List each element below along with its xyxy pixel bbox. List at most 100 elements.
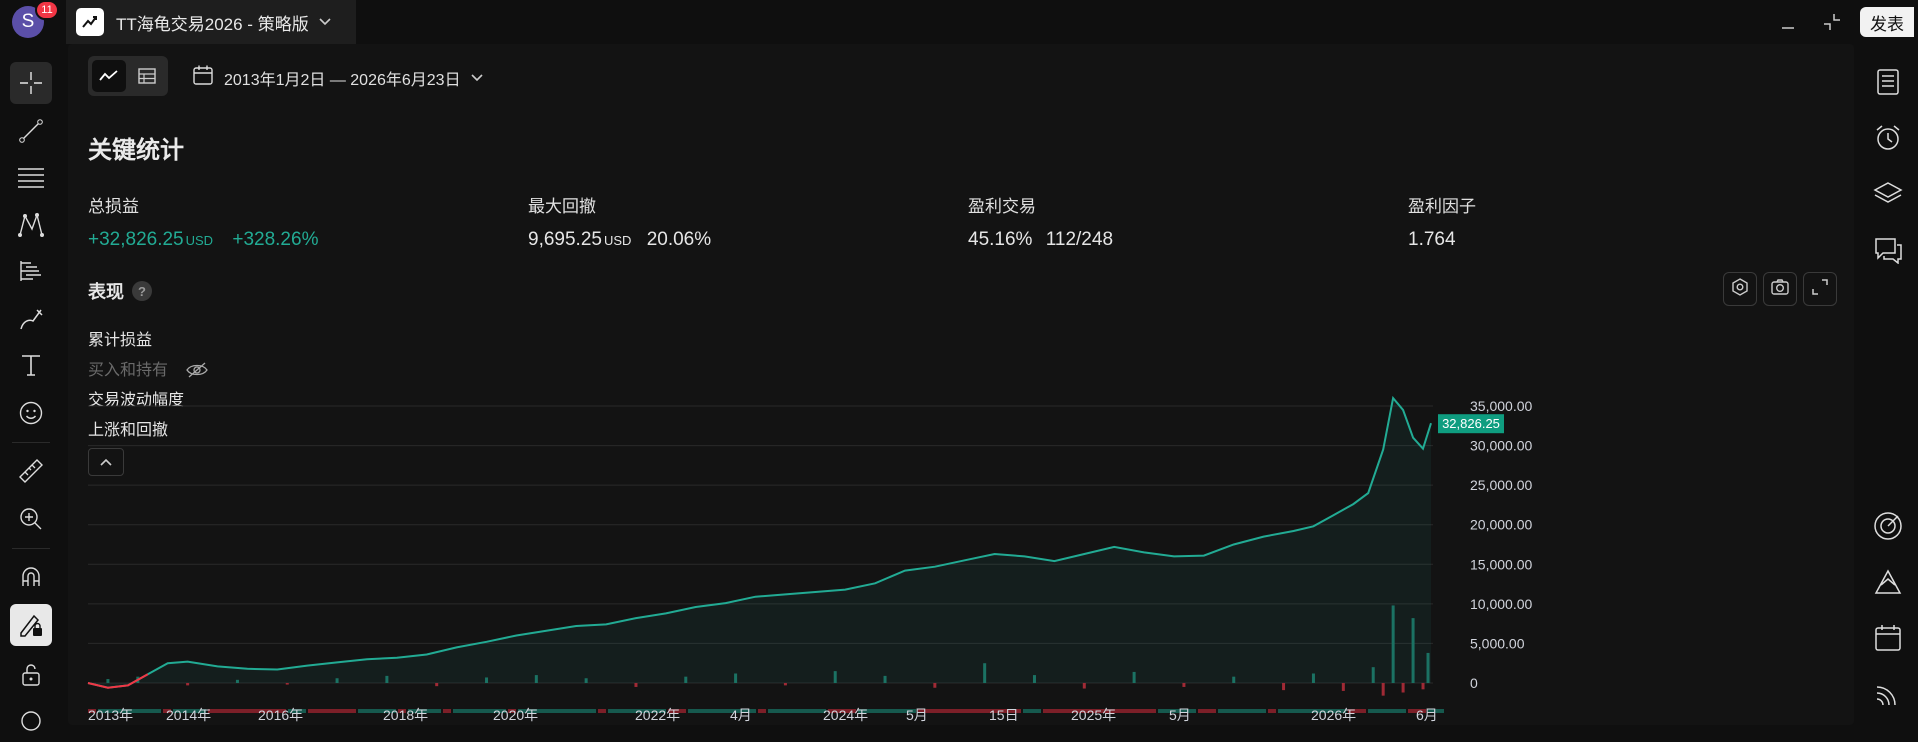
stat-value: 1.764	[1408, 229, 1476, 251]
x-tick-label: 4月	[730, 707, 752, 723]
layers-icon[interactable]	[1868, 174, 1908, 214]
stream-icon[interactable]	[1868, 674, 1908, 714]
tab-strategy[interactable]: TT海龟交易2026 - 策略版	[66, 0, 356, 44]
runup-bar	[106, 679, 110, 683]
chevron-down-icon	[471, 69, 483, 87]
tab-title: TT海龟交易2026 - 策略版	[116, 14, 309, 34]
stat-value: 45.16% 112/248	[968, 229, 1113, 251]
left-drawing-toolbar	[0, 44, 62, 731]
stat-value: 9,695.25 USD 20.06%	[528, 229, 711, 251]
publish-button[interactable]: 发表	[1860, 7, 1914, 37]
settings-button[interactable]	[1723, 272, 1757, 306]
watchlist-icon[interactable]	[1868, 62, 1908, 102]
y-tick-label: 35,000.00	[1470, 398, 1532, 414]
date-range-selector[interactable]: 2013年1月2日 — 2026年6月23日	[192, 64, 483, 91]
zoom-icon[interactable]	[10, 498, 52, 540]
pnl-area	[88, 398, 1432, 688]
minimize-icon[interactable]	[1776, 10, 1800, 34]
win-rate-value: 45.16%	[968, 229, 1033, 250]
runup-bar	[1282, 683, 1286, 691]
unit-label: USD	[603, 233, 632, 248]
notification-badge: 11	[35, 0, 59, 20]
user-avatar[interactable]: S 11	[12, 0, 59, 38]
toolbar-divider	[12, 548, 50, 549]
x-tick-label: 2018年	[383, 707, 428, 723]
runup-bar	[285, 683, 289, 685]
y-tick-label: 30,000.00	[1470, 438, 1532, 454]
crosshair-icon[interactable]	[10, 62, 52, 104]
y-tick-label: 5,000.00	[1470, 635, 1525, 651]
emoji-icon[interactable]	[10, 392, 52, 434]
stat-label: 盈利因子	[1408, 197, 1476, 216]
alarm-icon[interactable]	[1868, 118, 1908, 158]
trade-strip-segment	[1368, 709, 1406, 713]
x-tick-label: 2025年	[1071, 707, 1116, 723]
lock-draw-icon[interactable]	[10, 604, 52, 646]
stat-label: 最大回撤	[528, 197, 596, 216]
performance-chart[interactable]: 35,000.00 30,000.00 25,000.00 20,000.00 15,0…	[68, 344, 1854, 725]
y-tick-label: 20,000.00	[1470, 517, 1532, 533]
x-tick-label: 15日	[989, 707, 1019, 723]
target-icon[interactable]	[1868, 506, 1908, 546]
trade-strip-segment	[1218, 709, 1266, 713]
camera-icon	[1770, 278, 1790, 301]
chat-icon[interactable]	[1868, 230, 1908, 270]
x-tick-label: 2026年	[1311, 707, 1356, 723]
x-tick-label: 2024年	[823, 707, 868, 723]
trade-strip-segment	[443, 709, 451, 713]
avatar-letter: S	[21, 11, 35, 32]
ruler-icon[interactable]	[10, 450, 52, 492]
stat-label: 盈利交易	[968, 197, 1036, 216]
forecast-icon[interactable]	[10, 250, 52, 292]
x-tick-label: 2016年	[258, 707, 303, 723]
trade-strip-segment	[1023, 709, 1041, 713]
section-title: 关键统计	[88, 137, 184, 164]
trade-strip-segment	[768, 709, 826, 713]
runup-bar	[634, 683, 638, 687]
fib-icon[interactable]	[10, 156, 52, 198]
fullscreen-button[interactable]	[1803, 272, 1837, 306]
calendar-icon[interactable]	[1868, 618, 1908, 658]
ideas-icon[interactable]	[1868, 562, 1908, 602]
stat-profitable-trades: 盈利交易 45.16% 112/248	[968, 192, 1113, 251]
runup-bar	[435, 683, 439, 687]
runup-bar	[783, 683, 787, 686]
trade-strip-segment	[1198, 709, 1216, 713]
stat-max-drawdown: 最大回撤 9,695.25 USD 20.06%	[528, 192, 711, 251]
view-toggle	[88, 56, 168, 96]
trade-strip-segment	[308, 709, 356, 713]
y-tick-label: 10,000.00	[1470, 596, 1532, 612]
chart-up-icon	[76, 8, 104, 36]
runup-bar	[1341, 683, 1345, 691]
runup-bar	[1381, 683, 1385, 696]
net-profit-value: +32,826.25	[88, 229, 184, 250]
table-view-button[interactable]	[130, 60, 164, 92]
stat-label: 总损益	[88, 197, 139, 216]
runup-bar	[1421, 683, 1425, 690]
x-tick-label: 2014年	[166, 707, 211, 723]
strategy-report-panel: 2013年1月2日 — 2026年6月23日 关键统计 总损益 +32,826.…	[68, 44, 1854, 725]
pattern-icon[interactable]	[10, 204, 52, 246]
chevron-down-icon[interactable]	[319, 13, 331, 31]
runup-bar	[1401, 683, 1405, 693]
toolbar-divider	[12, 442, 50, 443]
trade-strip-segment	[598, 709, 606, 713]
runup-bar	[1082, 683, 1086, 689]
chart-view-button[interactable]	[92, 60, 126, 92]
trendline-icon[interactable]	[10, 110, 52, 152]
eye-icon[interactable]	[10, 700, 52, 742]
lock-icon[interactable]	[10, 654, 52, 696]
x-tick-label: 5月	[1169, 707, 1191, 723]
date-range-label: 2013年1月2日 — 2026年6月23日	[224, 71, 461, 89]
magnet-icon[interactable]	[10, 556, 52, 598]
restore-icon[interactable]	[1820, 10, 1844, 34]
runup-bar	[933, 683, 937, 688]
snapshot-button[interactable]	[1763, 272, 1797, 306]
x-tick-label: 5月	[906, 707, 928, 723]
text-icon[interactable]	[10, 344, 52, 386]
y-tick-label: 0	[1470, 675, 1478, 691]
brush-icon[interactable]	[10, 298, 52, 340]
x-tick-label: 6月	[1416, 707, 1438, 723]
expand-icon	[1811, 278, 1829, 301]
help-icon[interactable]: ?	[132, 281, 152, 301]
